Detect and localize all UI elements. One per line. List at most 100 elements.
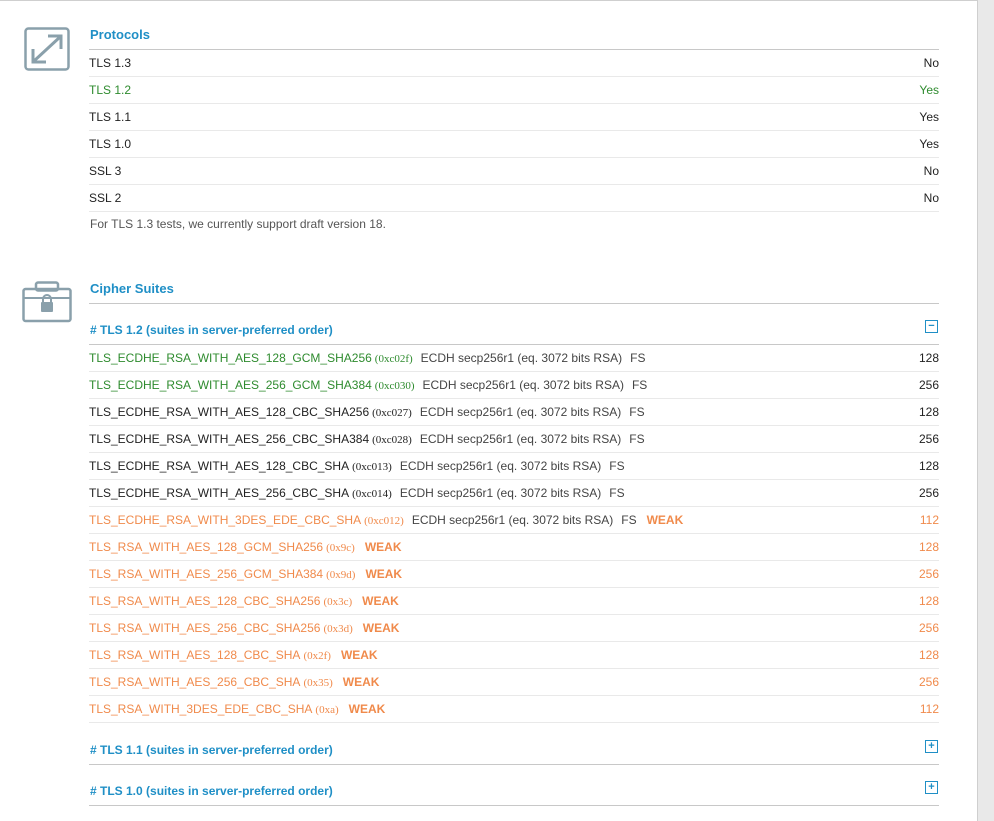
suite-name: TLS_ECDHE_RSA_WITH_AES_128_GCM_SHA256	[89, 350, 372, 365]
protocols-title: Protocols	[90, 27, 150, 42]
protocol-row: TLS 1.2 Yes	[89, 77, 939, 104]
cipher-suite-row: TLS_ECDHE_RSA_WITH_AES_128_CBC_SHA256 (0x…	[89, 399, 939, 426]
protocol-name: TLS 1.2	[89, 83, 132, 97]
cipher-suite-row: TLS_ECDHE_RSA_WITH_3DES_EDE_CBC_SHA (0xc0…	[89, 507, 939, 534]
forward-secrecy-flag: FS	[621, 512, 637, 527]
report-panel: Protocols TLS 1.3 No TLS 1.2 Yes TLS 1.1 Yes T…	[0, 0, 978, 821]
key-exchange: ECDH secp256r1 (eq. 3072 bits RSA)	[422, 377, 624, 392]
protocol-support: Yes	[919, 110, 939, 124]
suite-bits: 128	[918, 405, 939, 419]
suite-bits: 128	[918, 459, 939, 473]
cipher-suite-row: TLS_RSA_WITH_AES_128_CBC_SHA (0x2f) WEAK 12…	[89, 642, 939, 669]
key-exchange: ECDH secp256r1 (eq. 3072 bits RSA)	[419, 431, 622, 446]
protocol-row: SSL 3 No	[89, 158, 939, 185]
protocols-note: For TLS 1.3 tests, we currently support …	[90, 217, 386, 231]
weak-badge: WEAK	[348, 701, 386, 716]
cipher-suites-title: Cipher Suites	[90, 281, 174, 296]
tls11-group-label[interactable]: # TLS 1.1 (suites in server-preferred or…	[90, 743, 333, 757]
suite-bits: 256	[918, 567, 939, 581]
suite-name: TLS_RSA_WITH_AES_128_CBC_SHA256	[89, 593, 321, 608]
cipher-suite-row: TLS_RSA_WITH_AES_128_GCM_SHA256 (0x9c) WEA…	[89, 534, 939, 561]
suite-bits: 128	[918, 648, 939, 662]
cipher-suite-row: TLS_RSA_WITH_AES_128_CBC_SHA256 (0x3c) WEA…	[89, 588, 939, 615]
protocol-support: No	[923, 191, 939, 205]
weak-badge: WEAK	[340, 647, 378, 662]
protocol-support: Yes	[919, 137, 939, 151]
suite-code: (0xc013)	[352, 460, 392, 473]
suite-name: TLS_RSA_WITH_AES_128_GCM_SHA256	[89, 539, 324, 554]
weak-badge: WEAK	[342, 674, 380, 689]
protocol-name: SSL 3	[89, 164, 122, 178]
suite-name: TLS_RSA_WITH_3DES_EDE_CBC_SHA	[89, 701, 313, 716]
protocol-name: TLS 1.1	[89, 110, 132, 124]
locked-briefcase-icon	[22, 281, 72, 326]
protocol-row: SSL 2 No	[89, 185, 939, 212]
suite-name: TLS_ECDHE_RSA_WITH_AES_128_CBC_SHA256	[89, 404, 370, 419]
weak-badge: WEAK	[362, 593, 399, 608]
cipher-suite-row: TLS_ECDHE_RSA_WITH_AES_256_GCM_SHA384 (0x…	[89, 372, 939, 399]
protocol-row: TLS 1.1 Yes	[89, 104, 939, 131]
protocol-support: No	[923, 56, 939, 70]
protocol-name: TLS 1.0	[89, 137, 132, 151]
key-exchange: ECDH secp256r1 (eq. 3072 bits RSA)	[399, 485, 602, 500]
forward-secrecy-flag: FS	[629, 404, 645, 419]
cipher-suite-row: TLS_RSA_WITH_AES_256_CBC_SHA (0x35) WEAK 25…	[89, 669, 939, 696]
key-exchange: ECDH secp256r1 (eq. 3072 bits RSA)	[411, 512, 614, 527]
resize-arrows-icon	[24, 27, 70, 74]
tls12-suites-table: TLS_ECDHE_RSA_WITH_AES_128_GCM_SHA256 (0x…	[89, 345, 939, 723]
tls12-group-header[interactable]: # TLS 1.2 (suites in server-preferred or…	[89, 315, 939, 345]
suite-bits: 112	[919, 513, 939, 527]
forward-secrecy-flag: FS	[609, 485, 625, 500]
cipher-suite-row: TLS_ECDHE_RSA_WITH_AES_128_CBC_SHA (0xc01…	[89, 453, 939, 480]
suite-bits: 128	[918, 594, 939, 608]
tls12-group-label[interactable]: # TLS 1.2 (suites in server-preferred or…	[90, 323, 333, 337]
suite-code: (0xc014)	[352, 487, 392, 500]
suite-code: (0xc012)	[364, 514, 404, 527]
weak-badge: WEAK	[646, 512, 684, 527]
suite-code: (0xc030)	[374, 379, 415, 392]
forward-secrecy-flag: FS	[629, 431, 645, 446]
key-exchange: ECDH secp256r1 (eq. 3072 bits RSA)	[399, 458, 602, 473]
tls11-group-header[interactable]: # TLS 1.1 (suites in server-preferred or…	[89, 735, 939, 765]
suite-name: TLS_ECDHE_RSA_WITH_AES_256_CBC_SHA	[89, 485, 350, 500]
forward-secrecy-flag: FS	[609, 458, 625, 473]
key-exchange: ECDH secp256r1 (eq. 3072 bits RSA)	[420, 350, 623, 365]
suite-name: TLS_ECDHE_RSA_WITH_AES_256_CBC_SHA384	[89, 431, 370, 446]
suite-bits: 256	[918, 675, 939, 689]
suite-name: TLS_ECDHE_RSA_WITH_AES_256_GCM_SHA384	[89, 377, 372, 392]
suite-name: TLS_RSA_WITH_AES_256_CBC_SHA256	[89, 620, 321, 635]
collapse-icon[interactable]: −	[925, 320, 938, 333]
protocol-row: TLS 1.0 Yes	[89, 131, 939, 158]
weak-badge: WEAK	[362, 620, 400, 635]
protocols-table: TLS 1.3 No TLS 1.2 Yes TLS 1.1 Yes TLS 1.0 Yes S…	[89, 50, 939, 212]
expand-icon[interactable]: +	[925, 740, 938, 753]
suite-code: (0x2f)	[303, 649, 331, 662]
cipher-suite-row: TLS_RSA_WITH_3DES_EDE_CBC_SHA (0xa) WEAK 11…	[89, 696, 939, 723]
suite-code: (0xc028)	[372, 433, 412, 446]
suite-bits: 256	[918, 432, 939, 446]
weak-badge: WEAK	[365, 566, 403, 581]
forward-secrecy-flag: FS	[630, 350, 646, 365]
cipher-suite-row: TLS_RSA_WITH_AES_256_GCM_SHA384 (0x9d) WEA…	[89, 561, 939, 588]
protocol-name: SSL 2	[89, 191, 122, 205]
suite-name: TLS_ECDHE_RSA_WITH_3DES_EDE_CBC_SHA	[89, 512, 362, 527]
protocol-row: TLS 1.3 No	[89, 50, 939, 77]
tls10-group-header[interactable]: # TLS 1.0 (suites in server-preferred or…	[89, 776, 939, 806]
suite-name: TLS_RSA_WITH_AES_256_GCM_SHA384	[89, 566, 324, 581]
suite-bits: 256	[918, 378, 939, 392]
weak-badge: WEAK	[364, 539, 402, 554]
protocol-support: Yes	[919, 83, 939, 97]
protocol-support: No	[923, 164, 939, 178]
tls10-group-label[interactable]: # TLS 1.0 (suites in server-preferred or…	[90, 784, 333, 798]
suite-code: (0xa)	[315, 703, 339, 716]
suite-code: (0x3d)	[323, 622, 353, 635]
forward-secrecy-flag: FS	[631, 377, 648, 392]
suite-code: (0x9d)	[326, 568, 356, 581]
protocol-name: TLS 1.3	[89, 56, 132, 70]
suite-code: (0x3c)	[323, 595, 353, 608]
cipher-suite-row: TLS_ECDHE_RSA_WITH_AES_256_CBC_SHA384 (0x…	[89, 426, 939, 453]
expand-icon[interactable]: +	[925, 781, 938, 794]
suite-code: (0x9c)	[326, 541, 355, 554]
cipher-suite-row: TLS_RSA_WITH_AES_256_CBC_SHA256 (0x3d) WEA…	[89, 615, 939, 642]
divider	[89, 303, 939, 304]
